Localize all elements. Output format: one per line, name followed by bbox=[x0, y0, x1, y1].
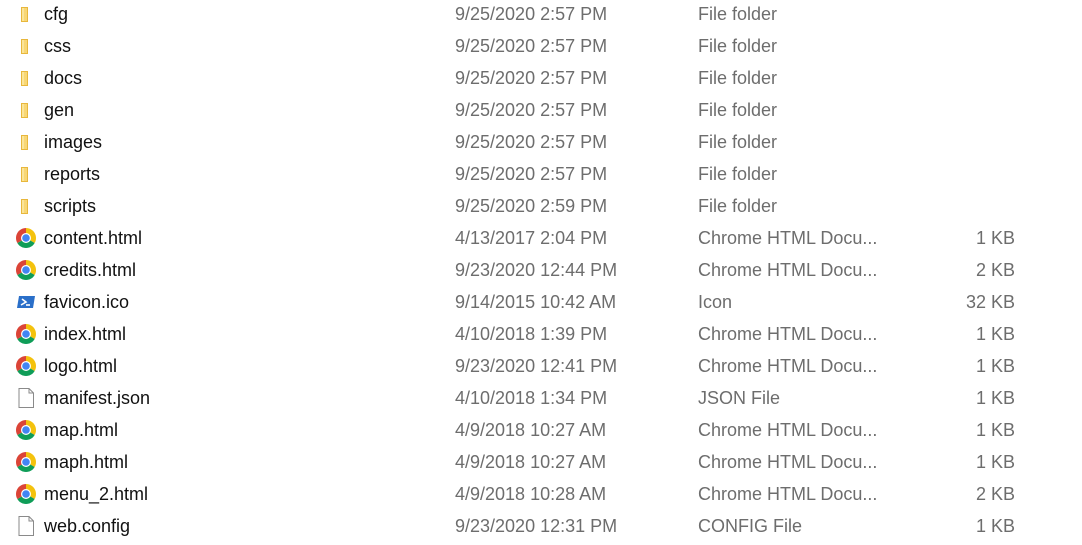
chrome-icon bbox=[15, 419, 37, 441]
chrome-icon bbox=[15, 483, 37, 505]
file-date-modified: 4/13/2017 2:04 PM bbox=[455, 228, 608, 248]
file-date-modified: 9/25/2020 2:57 PM bbox=[455, 100, 608, 120]
file-name: index.html bbox=[44, 324, 127, 344]
file-date-modified: 9/23/2020 12:44 PM bbox=[455, 260, 618, 280]
file-type: File folder bbox=[698, 36, 778, 56]
chrome-icon bbox=[15, 355, 37, 377]
chrome-icon bbox=[15, 227, 37, 249]
file-size: 1 KB bbox=[975, 356, 1015, 376]
file-list: cfg 9/25/2020 2:57 PM File folder css 9/25/2… bbox=[0, 0, 1082, 545]
file-date-modified: 9/25/2020 2:57 PM bbox=[455, 132, 608, 152]
folder-icon bbox=[15, 3, 37, 25]
file-row[interactable]: content.html 4/13/2017 2:04 PM Chrome HTML… bbox=[0, 222, 1082, 254]
file-size: 2 KB bbox=[975, 260, 1015, 280]
file-type: Chrome HTML Docu... bbox=[698, 228, 878, 248]
file-type: Chrome HTML Docu... bbox=[698, 420, 878, 440]
file-row[interactable]: css 9/25/2020 2:57 PM File folder bbox=[0, 30, 1082, 62]
file-name: content.html bbox=[44, 228, 143, 248]
file-row[interactable]: scripts 9/25/2020 2:59 PM File folder bbox=[0, 190, 1082, 222]
chrome-icon bbox=[15, 451, 37, 473]
file-name: docs bbox=[44, 68, 83, 88]
file-type: File folder bbox=[698, 68, 778, 88]
file-name: logo.html bbox=[44, 356, 118, 376]
file-name: credits.html bbox=[44, 260, 137, 280]
file-type: File folder bbox=[698, 164, 778, 184]
file-name: reports bbox=[44, 164, 101, 184]
file-size: 32 KB bbox=[965, 292, 1015, 312]
file-date-modified: 4/9/2018 10:28 AM bbox=[455, 484, 607, 504]
file-date-modified: 4/9/2018 10:27 AM bbox=[455, 420, 607, 440]
file-date-modified: 9/25/2020 2:57 PM bbox=[455, 36, 608, 56]
file-date-modified: 9/25/2020 2:59 PM bbox=[455, 196, 608, 216]
file-name: manifest.json bbox=[44, 388, 151, 408]
file-date-modified: 4/9/2018 10:27 AM bbox=[455, 452, 607, 472]
file-type: JSON File bbox=[698, 388, 781, 408]
file-row[interactable]: map.html 4/9/2018 10:27 AM Chrome HTML Doc… bbox=[0, 414, 1082, 446]
file-row[interactable]: logo.html 9/23/2020 12:41 PM Chrome HTML D… bbox=[0, 350, 1082, 382]
file-date-modified: 9/14/2015 10:42 AM bbox=[455, 292, 617, 312]
file-row[interactable]: menu_2.html 4/9/2018 10:28 AM Chrome HTML … bbox=[0, 478, 1082, 510]
file-type: File folder bbox=[698, 100, 778, 120]
file-date-modified: 9/25/2020 2:57 PM bbox=[455, 68, 608, 88]
file-row[interactable]: gen 9/25/2020 2:57 PM File folder bbox=[0, 94, 1082, 126]
file-size: 1 KB bbox=[975, 228, 1015, 248]
file-size: 1 KB bbox=[975, 516, 1015, 536]
file-name: favicon.ico bbox=[44, 292, 130, 312]
file-name: scripts bbox=[44, 196, 97, 216]
folder-icon bbox=[15, 35, 37, 57]
file-row[interactable]: credits.html 9/23/2020 12:44 PM Chrome HTM… bbox=[0, 254, 1082, 286]
file-type: Chrome HTML Docu... bbox=[698, 452, 878, 472]
file-size: 1 KB bbox=[975, 324, 1015, 344]
file-type: Chrome HTML Docu... bbox=[698, 260, 878, 280]
blank-file-icon bbox=[15, 387, 37, 409]
file-row[interactable]: reports 9/25/2020 2:57 PM File folder bbox=[0, 158, 1082, 190]
file-name: images bbox=[44, 132, 103, 152]
file-name: cfg bbox=[44, 4, 69, 24]
file-row[interactable]: cfg 9/25/2020 2:57 PM File folder bbox=[0, 0, 1082, 30]
file-size: 1 KB bbox=[975, 420, 1015, 440]
file-date-modified: 4/10/2018 1:39 PM bbox=[455, 324, 608, 344]
file-name: gen bbox=[44, 100, 75, 120]
file-name: css bbox=[44, 36, 71, 56]
file-row[interactable]: favicon.ico 9/14/2015 10:42 AM Icon 32 KB bbox=[0, 286, 1082, 318]
file-name: menu_2.html bbox=[44, 484, 149, 504]
file-type: Chrome HTML Docu... bbox=[698, 356, 878, 376]
folder-icon bbox=[15, 195, 37, 217]
file-type: File folder bbox=[698, 132, 778, 152]
file-date-modified: 9/23/2020 12:41 PM bbox=[455, 356, 618, 376]
file-row[interactable]: manifest.json 4/10/2018 1:34 PM JSON File 1… bbox=[0, 382, 1082, 414]
folder-icon bbox=[15, 163, 37, 185]
file-type: Chrome HTML Docu... bbox=[698, 484, 878, 504]
file-date-modified: 4/10/2018 1:34 PM bbox=[455, 388, 608, 408]
file-size: 1 KB bbox=[975, 388, 1015, 408]
file-type: File folder bbox=[698, 196, 778, 216]
file-type: File folder bbox=[698, 4, 778, 24]
file-row[interactable]: images 9/25/2020 2:57 PM File folder bbox=[0, 126, 1082, 158]
file-size: 1 KB bbox=[975, 452, 1015, 472]
file-row[interactable]: maph.html 4/9/2018 10:27 AM Chrome HTML Do… bbox=[0, 446, 1082, 478]
file-date-modified: 9/23/2020 12:31 PM bbox=[455, 516, 618, 536]
file-row[interactable]: index.html 4/10/2018 1:39 PM Chrome HTML D… bbox=[0, 318, 1082, 350]
file-row[interactable]: web.config 9/23/2020 12:31 PM CONFIG File 1… bbox=[0, 510, 1082, 542]
file-type: Chrome HTML Docu... bbox=[698, 324, 878, 344]
file-type: CONFIG File bbox=[698, 516, 803, 536]
file-type: Icon bbox=[698, 292, 733, 312]
file-date-modified: 9/25/2020 2:57 PM bbox=[455, 164, 608, 184]
chrome-icon bbox=[15, 259, 37, 281]
folder-icon bbox=[15, 67, 37, 89]
folder-icon bbox=[15, 99, 37, 121]
blank-file-icon bbox=[15, 515, 37, 537]
file-date-modified: 9/25/2020 2:57 PM bbox=[455, 4, 608, 24]
powershell-icon bbox=[15, 291, 37, 313]
chrome-icon bbox=[15, 323, 37, 345]
file-name: web.config bbox=[44, 516, 131, 536]
file-name: map.html bbox=[44, 420, 119, 440]
folder-icon bbox=[15, 131, 37, 153]
file-name: maph.html bbox=[44, 452, 129, 472]
file-size: 2 KB bbox=[975, 484, 1015, 504]
file-row[interactable]: docs 9/25/2020 2:57 PM File folder bbox=[0, 62, 1082, 94]
